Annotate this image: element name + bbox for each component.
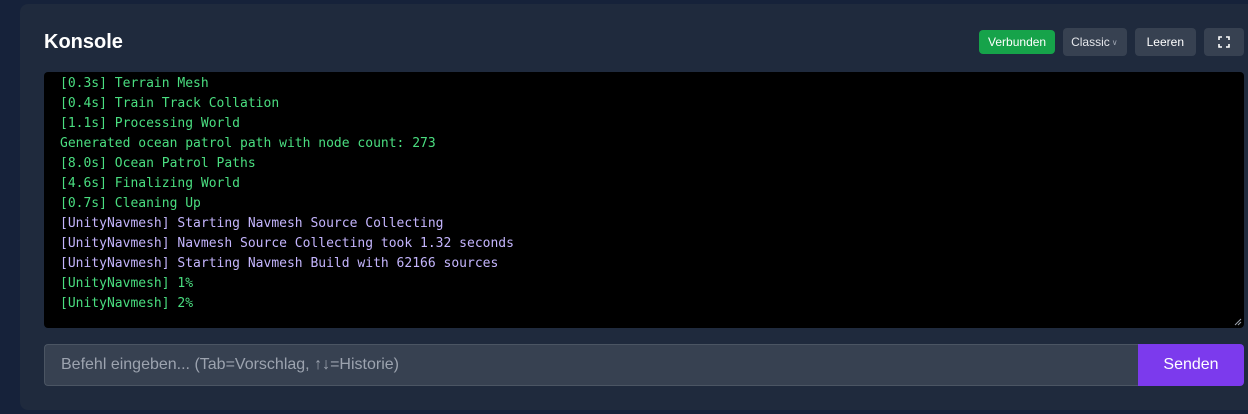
send-button[interactable]: Senden <box>1138 344 1244 386</box>
console-panel: Konsole Verbunden Classic ∨ Leeren [0.3s… <box>20 4 1248 410</box>
fullscreen-button[interactable] <box>1204 28 1244 56</box>
mode-select-value: Classic <box>1071 35 1110 49</box>
chevron-down-icon: ∨ <box>1111 37 1118 47</box>
console-output[interactable]: [0.3s] Terrain Mesh [0.4s] Train Track Co… <box>44 72 1244 328</box>
console-line: [8.0s] Ocean Patrol Paths <box>60 156 256 171</box>
console-toolbar: Verbunden Classic ∨ Leeren <box>979 28 1244 56</box>
fullscreen-icon <box>1218 36 1230 48</box>
console-line: Generated ocean patrol path with node co… <box>60 136 436 151</box>
clear-button[interactable]: Leeren <box>1134 28 1196 56</box>
console-line: [0.4s] Train Track Collation <box>60 96 280 111</box>
console-line: [0.7s] Cleaning Up <box>60 196 201 211</box>
mode-select[interactable]: Classic ∨ <box>1063 28 1127 56</box>
console-line: [UnityNavmesh] Starting Navmesh Source C… <box>60 216 444 231</box>
command-input[interactable] <box>44 344 1138 386</box>
console-line: [4.6s] Finalizing World <box>60 176 241 191</box>
console-line: [1.1s] Processing World <box>60 116 241 131</box>
console-line: [UnityNavmesh] Starting Navmesh Build wi… <box>60 256 499 271</box>
console-line: [UnityNavmesh] Navmesh Source Collecting… <box>60 236 514 251</box>
console-line: [UnityNavmesh] 1% <box>60 276 194 291</box>
resize-handle-icon[interactable] <box>1234 318 1242 326</box>
status-badge: Verbunden <box>979 30 1056 54</box>
console-line: [UnityNavmesh] 2% <box>60 296 194 311</box>
console-line: [0.3s] Terrain Mesh <box>60 76 209 91</box>
panel-title: Konsole <box>44 31 123 53</box>
